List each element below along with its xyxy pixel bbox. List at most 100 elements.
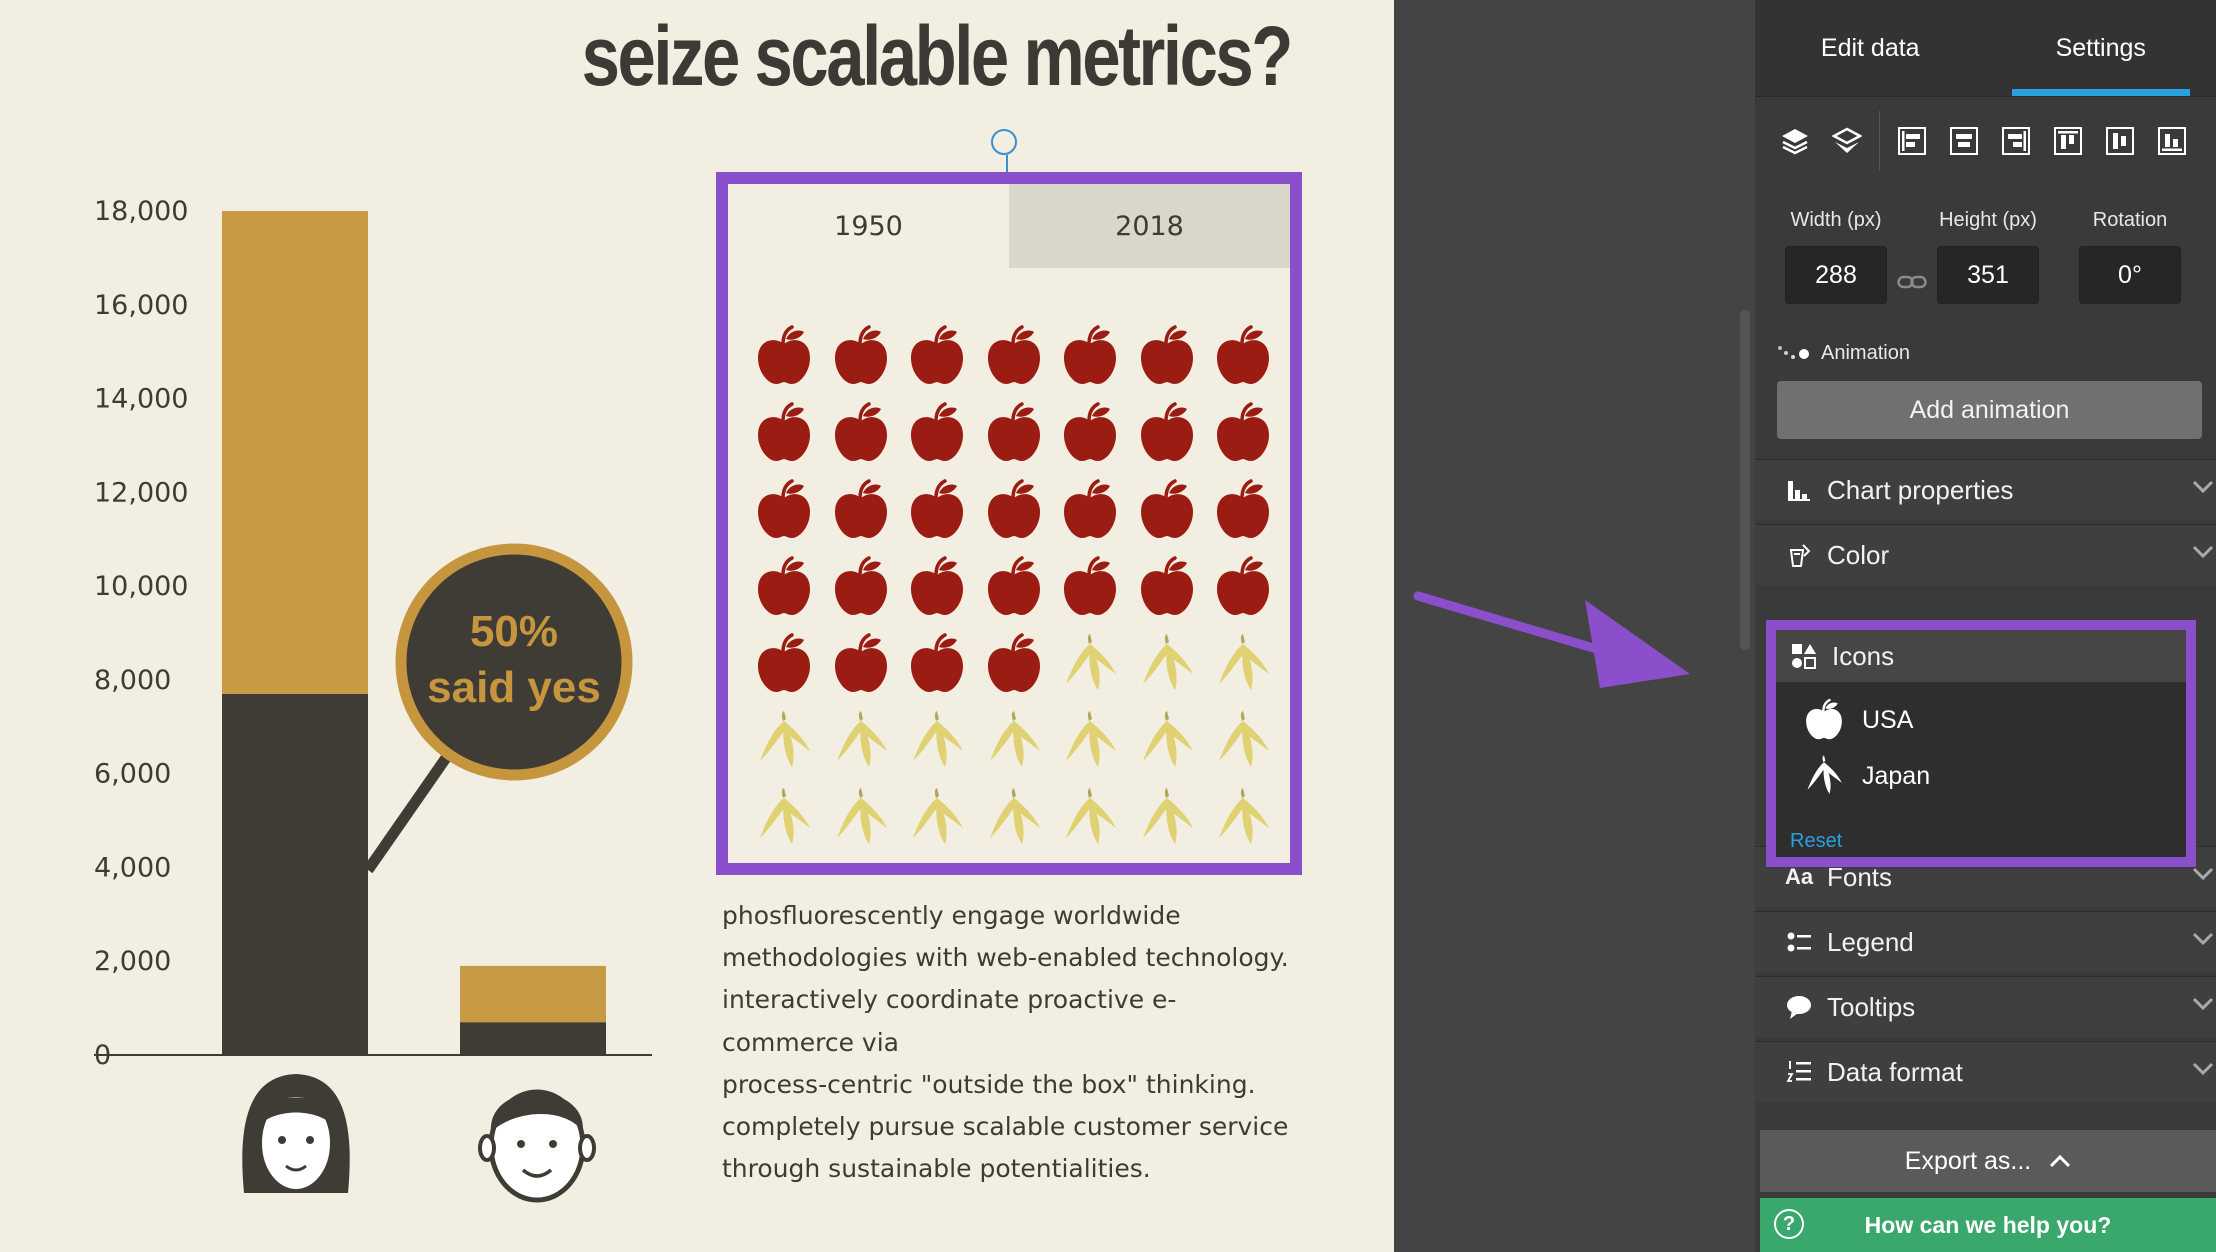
tab-edit-data[interactable]: Edit data: [1755, 0, 1986, 96]
link-icon: [1897, 275, 1927, 289]
banana-icon: [1211, 709, 1275, 773]
rotation-handle-line: [1006, 155, 1008, 172]
icons-section-highlight: Icons USA Japan Reset: [1766, 620, 2196, 867]
bar-chart[interactable]: 02,0004,0006,0008,00010,00012,00014,0001…: [0, 0, 700, 1252]
body-text[interactable]: phosfluorescently engage worldwide metho…: [722, 895, 1302, 1190]
chevron-down-icon: [2192, 997, 2214, 1011]
rotation-input[interactable]: [2079, 246, 2181, 304]
width-input[interactable]: [1785, 246, 1887, 304]
body-text-line: process-centric "outside the box" thinki…: [722, 1069, 1256, 1099]
export-button[interactable]: Export as...: [1760, 1130, 2216, 1192]
align-left-button[interactable]: [1886, 115, 1938, 167]
section-tooltips[interactable]: Tooltips: [1755, 976, 2216, 1037]
pictograph-selected-frame[interactable]: 1950 2018: [716, 172, 1302, 875]
apple-icon: [752, 555, 816, 619]
banana-icon: [1135, 786, 1199, 850]
bar-segment-woman-0[interactable]: [222, 693, 368, 1055]
numbered-list-icon: [1785, 1058, 1813, 1086]
section-icons[interactable]: Icons: [1776, 630, 2186, 682]
apple-icon: [982, 478, 1046, 542]
bar-segment-woman-1[interactable]: [222, 211, 368, 694]
body-text-line: interactively coordinate proactive e-com…: [722, 985, 1177, 1057]
bar-segment-man-1[interactable]: [460, 965, 606, 1023]
pictograph-tab-1950[interactable]: 1950: [728, 184, 1009, 268]
section-legend[interactable]: Legend: [1755, 911, 2216, 972]
banana-icon: [1058, 709, 1122, 773]
height-input[interactable]: [1937, 246, 2039, 304]
section-data-format[interactable]: Data format: [1755, 1041, 2216, 1102]
apple-icon: [752, 324, 816, 388]
section-label: Tooltips: [1827, 991, 1916, 1022]
align-right-button[interactable]: [1990, 115, 2042, 167]
infographic-canvas: seize scalable metrics? 0 2,000 4,000 6,000…: [0, 0, 1394, 1252]
apple-icon: [1135, 401, 1199, 465]
apple-icon: [1058, 401, 1122, 465]
add-animation-button[interactable]: Add animation: [1777, 381, 2202, 439]
fonts-icon: Aa: [1784, 864, 1814, 889]
apple-icon: [982, 632, 1046, 696]
send-backward-button[interactable]: [1821, 115, 1873, 167]
apple-icon: [829, 555, 893, 619]
y-tick-label: 4,000: [94, 852, 171, 883]
y-tick-label: 18,000: [94, 196, 188, 227]
reset-icons-link[interactable]: Reset: [1790, 830, 1842, 853]
bar-chart-icon: [1785, 476, 1813, 504]
canvas-scrollbar[interactable]: [1740, 310, 1750, 650]
annotation-arrow-icon: [1413, 591, 1690, 688]
apple-icon: [1135, 324, 1199, 388]
chevron-down-icon: [2192, 932, 2214, 946]
icon-item-label: Japan: [1862, 761, 1931, 790]
apple-icon: [752, 632, 816, 696]
section-color[interactable]: Color: [1755, 524, 2216, 585]
apple-icon: [1135, 478, 1199, 542]
question-mark-icon: ?: [1774, 1209, 1804, 1239]
bring-forward-button[interactable]: [1769, 115, 1821, 167]
apple-icon: [1135, 555, 1199, 619]
apple-icon: [982, 324, 1046, 388]
y-tick-label: 16,000: [94, 290, 188, 321]
banana-icon: [1807, 755, 1842, 794]
man-face-icon: [478, 1089, 596, 1203]
banana-icon: [982, 786, 1046, 850]
align-bottom-button[interactable]: [2146, 115, 2198, 167]
export-label: Export as...: [1904, 1146, 2032, 1175]
rotation-label: Rotation: [2092, 209, 2168, 231]
section-label: Data format: [1827, 1056, 1963, 1087]
shapes-icon: [1790, 642, 1818, 670]
width-label: Width (px): [1790, 209, 1882, 231]
callout-line2: said yes: [427, 663, 601, 712]
icon-item-japan[interactable]: Japan: [1776, 748, 2186, 804]
arrange-toolbar: [1755, 105, 2216, 177]
apple-icon: [1058, 478, 1122, 542]
help-chat-button[interactable]: ? How can we help you?: [1760, 1198, 2216, 1252]
lock-ratio-button[interactable]: [1887, 209, 1937, 304]
section-label: Icons: [1832, 640, 1895, 671]
speech-bubble-icon: [1785, 993, 1813, 1021]
callout-circle[interactable]: [395, 543, 633, 781]
apple-icon: [829, 632, 893, 696]
pictograph-tab-2018[interactable]: 2018: [1009, 184, 1290, 268]
section-chart-properties[interactable]: Chart properties: [1755, 459, 2216, 520]
callout-line1: 50%: [470, 607, 558, 656]
rotation-field-group: Rotation: [2079, 209, 2181, 304]
apple-icon: [829, 478, 893, 542]
tab-settings[interactable]: Settings: [1986, 0, 2216, 96]
section-label: Legend: [1827, 926, 1914, 957]
bar-segment-man-0[interactable]: [460, 1022, 606, 1055]
panel-tabs: Edit data Settings: [1755, 0, 2216, 97]
apple-icon: [1806, 698, 1842, 740]
body-text-line: through sustainable potentialities.: [722, 1154, 1151, 1184]
chevron-up-icon: [2050, 1154, 2071, 1168]
dimension-fields: Width (px) Height (px) Rotation: [1755, 209, 2216, 304]
apple-icon: [1211, 324, 1275, 388]
align-top-icon: [2054, 127, 2082, 155]
align-center-button[interactable]: [1938, 115, 1990, 167]
paint-bucket-icon: [1785, 541, 1813, 569]
align-middle-button[interactable]: [2094, 115, 2146, 167]
section-label: Chart properties: [1827, 474, 2014, 505]
rotation-handle[interactable]: [991, 129, 1017, 155]
apple-icon: [905, 555, 969, 619]
icon-item-usa[interactable]: USA: [1776, 692, 2186, 748]
align-top-button[interactable]: [2042, 115, 2094, 167]
chevron-down-icon: [2192, 545, 2214, 559]
